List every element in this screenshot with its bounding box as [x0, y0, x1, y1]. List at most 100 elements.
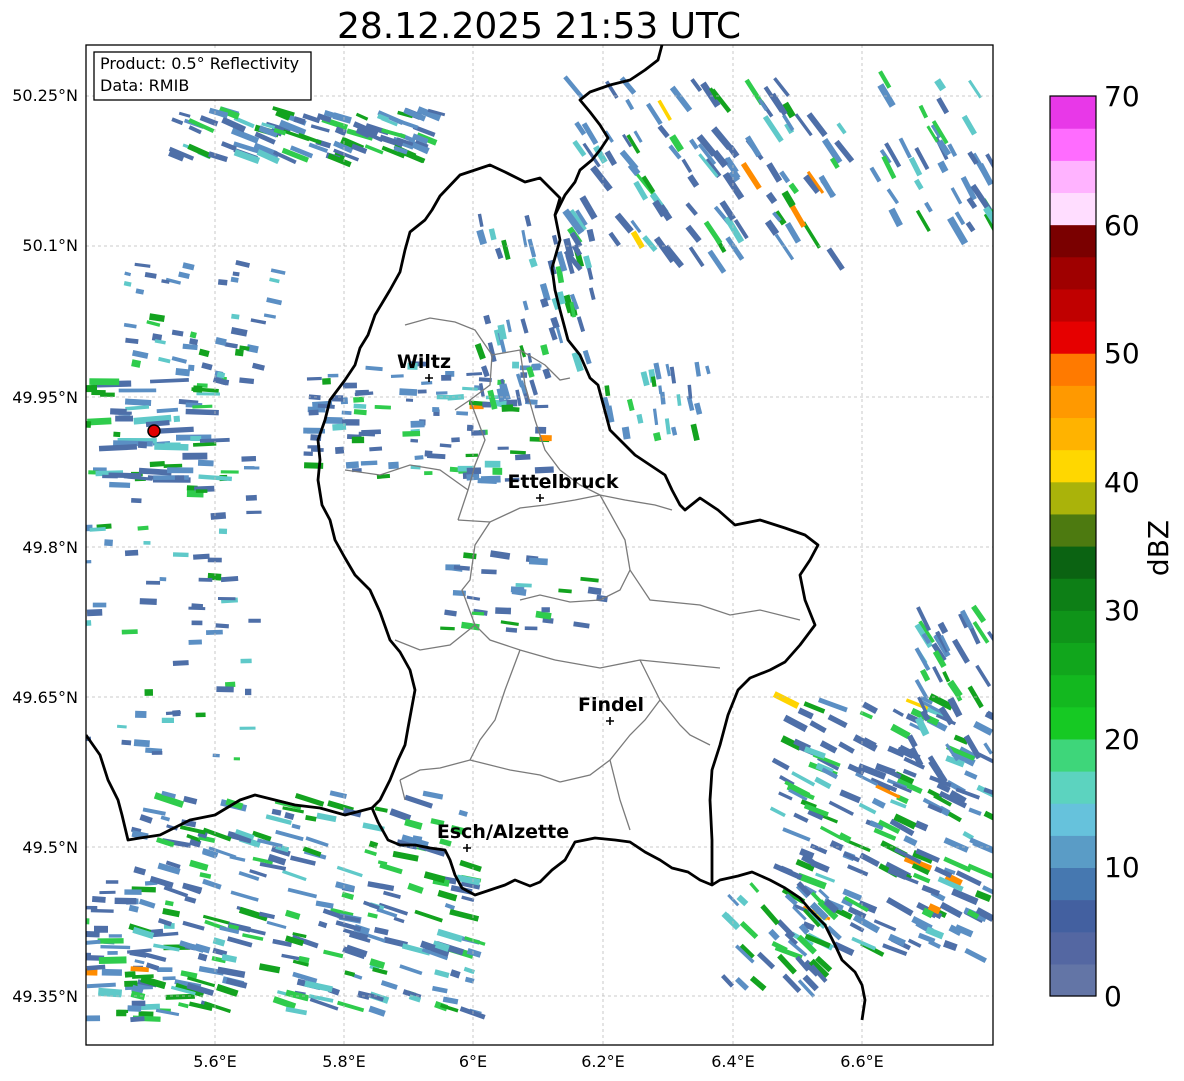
radar-echo [515, 583, 532, 588]
radar-echo [86, 918, 90, 925]
radar-echo [451, 437, 460, 443]
colorbar-segment [1050, 642, 1096, 676]
colorbar-segment [1050, 835, 1096, 869]
radar-echo [86, 625, 87, 633]
radar-echo [440, 626, 455, 631]
radar-echo [432, 407, 440, 413]
radar-echo [327, 373, 339, 378]
radar-echo [240, 658, 252, 664]
radar-echo [524, 626, 538, 631]
radar-echo [303, 427, 321, 434]
data-source-text: Data: RMIB [100, 76, 189, 95]
radar-echo [353, 409, 367, 416]
lon-tick: 5.6°E [193, 1052, 237, 1071]
radar-echo [62, 882, 84, 887]
radar-echo [172, 660, 189, 666]
lat-tick: 50.25°N [12, 86, 78, 105]
radar-echo [436, 394, 453, 400]
radar-echo [124, 889, 142, 895]
colorbar-tick-label: 20 [1104, 723, 1140, 756]
radar-echo [417, 389, 427, 394]
radar-echo [424, 471, 433, 476]
radar-echo [131, 498, 142, 504]
radar-echo [245, 688, 252, 696]
radar-echo [90, 908, 114, 913]
radar-echo [436, 391, 448, 395]
radar-echo [374, 405, 391, 410]
radar-echo [360, 460, 378, 466]
lon-tick: 6°E [459, 1052, 487, 1071]
radar-echo [532, 363, 541, 371]
colorbar-tick-label: 0 [1104, 980, 1122, 1013]
radar-echo [121, 739, 132, 746]
colorbar-segment [1050, 96, 1096, 129]
radar-echo [528, 557, 548, 566]
city-label: Esch/Alzette [437, 821, 569, 843]
map-area[interactable]: Wiltz Ettelbruck Findel Esch/Alzette Pro… [50, 44, 1005, 1046]
colorbar-segment [1050, 128, 1096, 161]
longitude-ticks: 5.6°E 5.8°E 6°E 6.2°E 6.4°E 6.6°E [193, 1052, 884, 1071]
radar-echo [477, 478, 497, 485]
radar-echo [410, 420, 425, 428]
colorbar-segment [1050, 674, 1096, 708]
radar-echo [86, 620, 92, 627]
radar-echo [241, 455, 257, 462]
colorbar-label: dBZ [1142, 520, 1175, 576]
radar-echo [358, 431, 376, 437]
colorbar-segment [1050, 738, 1096, 772]
radar-echo [388, 461, 399, 470]
colorbar-segment [1050, 192, 1096, 226]
radar-echo [146, 580, 161, 585]
radar-echo [173, 415, 181, 423]
radar-echo [193, 385, 203, 393]
radar-echo [86, 608, 103, 617]
lat-tick: 49.5°N [22, 838, 78, 857]
radar-echo [174, 475, 185, 482]
radar-echo [481, 569, 497, 575]
radar-site-marker[interactable] [147, 424, 161, 438]
lon-tick: 6.2°E [581, 1052, 625, 1071]
colorbar-segment [1050, 578, 1096, 611]
radar-echo [541, 607, 550, 613]
radar-echo [70, 533, 81, 538]
radar-echo [135, 710, 147, 718]
radar-echo [86, 385, 98, 393]
radar-echo [218, 528, 228, 535]
colorbar-segment [1050, 224, 1096, 258]
lat-tick: 49.35°N [12, 987, 78, 1006]
radar-echo [534, 404, 549, 409]
colorbar-segment [1050, 513, 1096, 547]
colorbar-segment [1050, 385, 1096, 419]
radar-echo [246, 510, 262, 515]
radar-echo [495, 607, 512, 615]
radar-echo [71, 460, 84, 466]
radar-echo [216, 686, 234, 693]
colorbar-segment [1050, 963, 1096, 997]
city-label: Findel [578, 694, 644, 716]
colorbar-segment [1050, 931, 1096, 965]
radar-echo [351, 436, 365, 444]
colorbar-segment [1050, 706, 1096, 740]
radar-echo [86, 452, 87, 457]
colorbar-tick-label: 40 [1104, 466, 1140, 499]
radar-echo [100, 392, 115, 397]
radar-echo [107, 950, 118, 955]
radar-echo [405, 398, 414, 402]
radar-echo [101, 968, 122, 976]
lon-tick: 6.6°E [840, 1052, 884, 1071]
radar-echo [311, 447, 324, 452]
radar-echo [482, 401, 492, 408]
colorbar-segment [1050, 867, 1096, 901]
radar-echo [206, 629, 223, 635]
radar-echo [92, 602, 107, 608]
radar-echo [137, 441, 148, 449]
lon-tick: 6.4°E [711, 1052, 755, 1071]
radar-echo [50, 928, 79, 934]
radar-echo [157, 967, 173, 973]
colorbar-tick-label: 30 [1104, 594, 1140, 627]
radar-echo [303, 451, 313, 456]
radar-echo [162, 976, 176, 981]
radar-echo [144, 689, 154, 696]
radar-echo [220, 470, 239, 474]
colorbar-segment [1050, 803, 1096, 836]
